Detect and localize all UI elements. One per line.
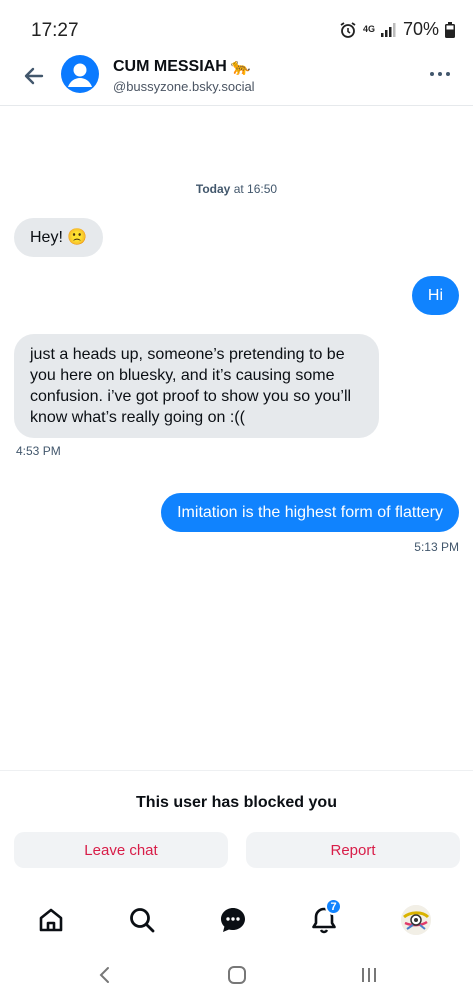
message-text: Hey! 🙁 xyxy=(30,229,88,246)
date-divider-time: at 16:50 xyxy=(230,182,278,196)
search-icon xyxy=(130,908,155,933)
contact-display-name: CUM MESSIAH xyxy=(113,58,227,75)
status-icons: 4G 70% xyxy=(339,19,455,40)
nav-home[interactable] xyxy=(33,902,69,938)
message-bubble-outgoing[interactable]: Hi xyxy=(411,276,459,315)
dot-icon xyxy=(438,72,442,76)
chevron-left-icon xyxy=(99,967,109,983)
message-bubble-incoming[interactable]: Hey! 🙁 xyxy=(14,218,104,257)
bottom-navigation: 7 xyxy=(0,890,473,954)
message-timestamp: 4:53 PM xyxy=(16,444,61,458)
alarm-icon xyxy=(339,21,357,39)
avatar[interactable] xyxy=(61,55,99,93)
nav-chat[interactable] xyxy=(215,902,251,938)
date-divider: Today at 16:50 xyxy=(0,182,473,196)
contact-name[interactable]: CUM MESSIAH 🐆 xyxy=(113,57,251,77)
message-text: Hi xyxy=(427,287,443,304)
recents-icon xyxy=(362,968,376,982)
status-time: 17:27 xyxy=(31,20,79,41)
default-avatar-icon xyxy=(68,63,92,87)
system-back-button[interactable] xyxy=(90,960,120,990)
leave-chat-button[interactable]: Leave chat xyxy=(14,832,228,868)
dot-icon xyxy=(446,72,450,76)
status-bar: 17:27 4G 70% xyxy=(0,0,473,56)
message-timestamp: 5:13 PM xyxy=(414,540,459,554)
arrow-left-icon xyxy=(24,67,44,85)
profile-avatar xyxy=(401,905,431,935)
home-square-icon xyxy=(228,966,246,984)
message-text: Imitation is the highest form of flatter… xyxy=(177,504,443,521)
nav-profile[interactable] xyxy=(398,902,434,938)
battery-icon xyxy=(445,21,455,38)
more-options-button[interactable] xyxy=(427,64,453,84)
signal-icon xyxy=(380,22,397,37)
nav-notifications[interactable]: 7 xyxy=(306,898,342,938)
notification-badge: 7 xyxy=(325,898,342,915)
contact-handle[interactable]: @bussyzone.bsky.social xyxy=(113,79,255,94)
nav-search[interactable] xyxy=(124,902,160,938)
message-text: just a heads up, someone’s pretending to… xyxy=(30,346,352,426)
system-recents-button[interactable] xyxy=(354,960,384,990)
back-button[interactable] xyxy=(18,60,50,92)
blocked-notice: This user has blocked you Leave chat Rep… xyxy=(0,770,473,880)
chat-header: CUM MESSIAH 🐆 @bussyzone.bsky.social xyxy=(0,50,473,106)
message-bubble-incoming[interactable]: just a heads up, someone’s pretending to… xyxy=(14,334,379,438)
message-bubble-outgoing[interactable]: Imitation is the highest form of flatter… xyxy=(161,493,459,532)
contact-name-emoji: 🐆 xyxy=(230,59,251,76)
network-type-label: 4G xyxy=(362,24,375,34)
date-divider-day: Today xyxy=(195,182,231,196)
blocked-message: This user has blocked you xyxy=(136,794,337,811)
home-icon xyxy=(39,908,63,932)
battery-percent: 70% xyxy=(402,19,439,39)
system-navigation-bar xyxy=(0,955,473,1000)
system-home-button[interactable] xyxy=(222,960,252,990)
chat-bubble-icon xyxy=(221,908,245,932)
report-button[interactable]: Report xyxy=(246,832,460,868)
dot-icon xyxy=(430,72,434,76)
